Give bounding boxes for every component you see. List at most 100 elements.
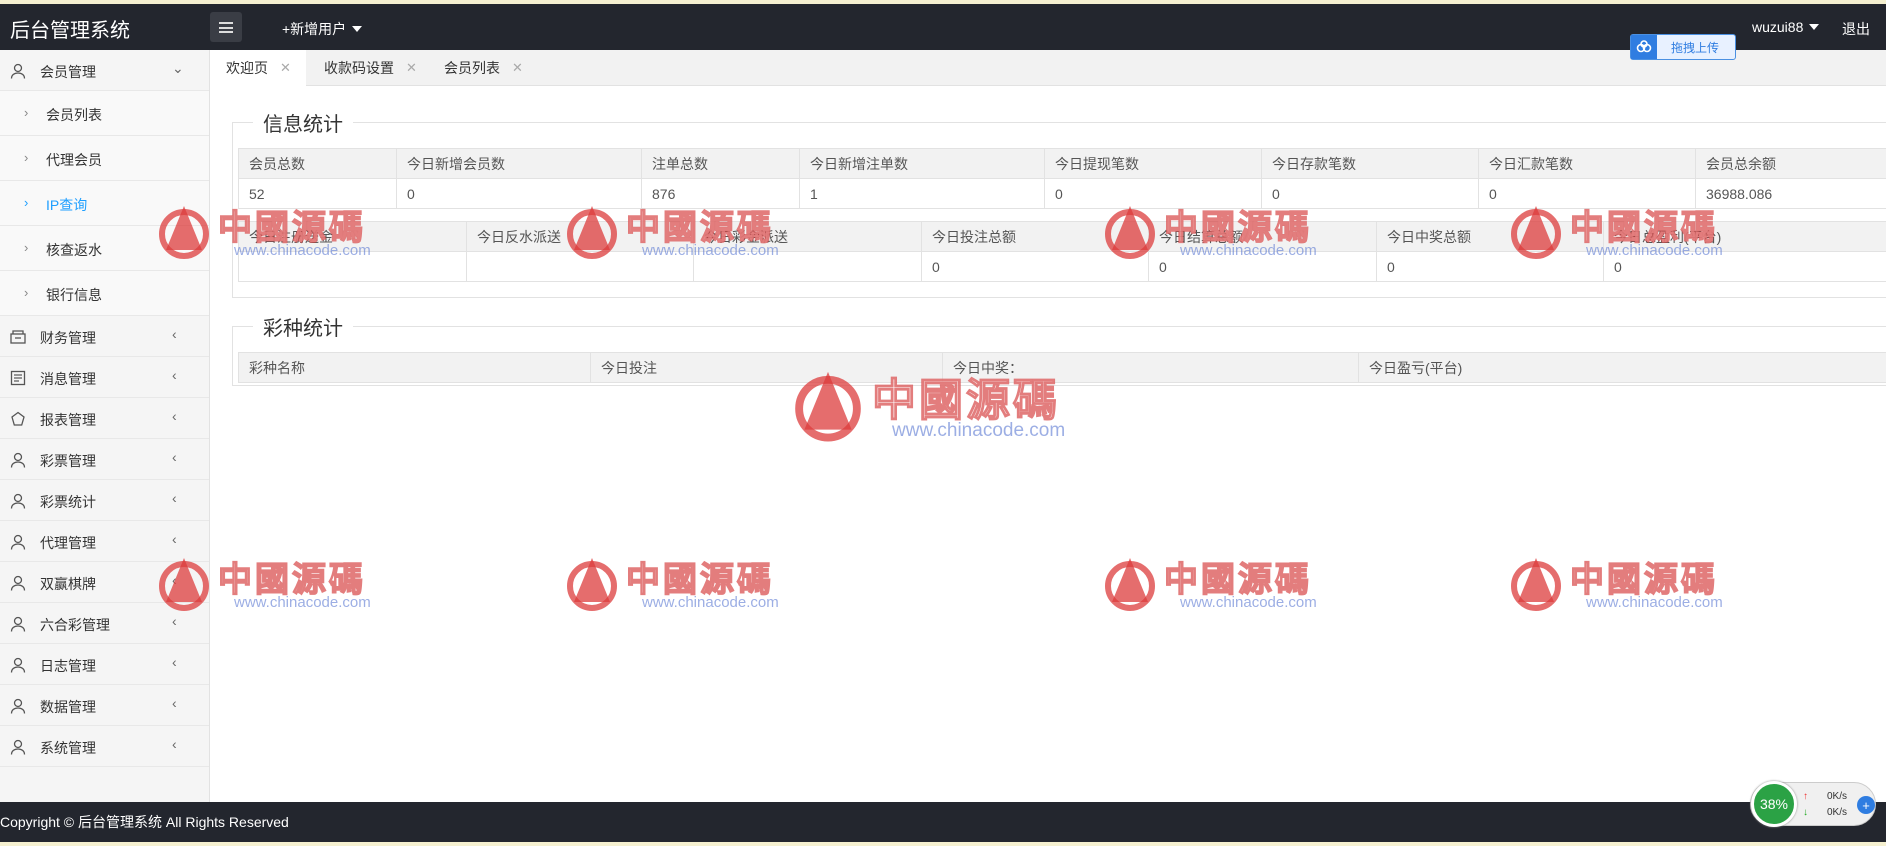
sidebar-item-finance[interactable]: 财务管理 ‹ <box>0 316 209 357</box>
table-cell <box>466 251 694 282</box>
message-icon <box>10 370 26 386</box>
tab-member-list[interactable]: 会员列表 ✕ <box>428 50 538 86</box>
sidebar-item-mark-six[interactable]: 六合彩管理 ‹ <box>0 603 209 644</box>
table-header-cell: 今日盈亏(平台) <box>1358 352 1886 383</box>
memory-percent-badge[interactable]: 38% <box>1751 781 1797 827</box>
main-content: 信息统计 会员总数 今日新增会员数 注单总数 今日新增注单数 今日提现笔数 今日… <box>210 86 1886 802</box>
download-speed-value: 0K/s <box>1827 807 1848 818</box>
footer: Copyright © 后台管理系统 All Rights Reserved <box>0 802 1886 842</box>
sidebar-item-label: 数据管理 <box>40 699 96 715</box>
user-icon <box>10 575 26 591</box>
user-menu[interactable]: wuzui88 <box>1752 19 1820 35</box>
sidebar-subitem-label: 会员列表 <box>46 107 102 123</box>
network-speed-widget[interactable]: 38% ↑ 0K/s ↓ 0K/s + <box>1750 781 1876 827</box>
table-header-row: 会员总数 今日新增会员数 注单总数 今日新增注单数 今日提现笔数 今日存款笔数 … <box>238 148 1886 179</box>
plus-icon[interactable]: + <box>1857 796 1875 814</box>
logout-link[interactable]: 退出 <box>1842 19 1870 39</box>
bottom-border-strip <box>0 842 1886 846</box>
table-header-cell: 今日新增会员数 <box>396 148 642 179</box>
download-speed: ↓ 0K/s <box>1803 807 1857 818</box>
table-header-cell: 今日投注 <box>590 352 943 383</box>
lottery-stats-title: 彩种统计 <box>263 318 343 340</box>
tab-label: 欢迎页 <box>226 60 268 76</box>
table-cell: 1 <box>799 178 1045 209</box>
sidebar-item-label: 报表管理 <box>40 412 96 428</box>
chevron-left-icon: ‹ <box>172 449 177 465</box>
table-header-cell: 今日反水派送 <box>466 221 694 252</box>
sidebar-item-data[interactable]: 数据管理 ‹ <box>0 685 209 726</box>
sidebar-item-chess[interactable]: 双赢棋牌 ‹ <box>0 562 209 603</box>
menu-toggle-button[interactable] <box>210 12 242 42</box>
add-user-label: +新增用户 <box>282 21 347 37</box>
close-icon[interactable]: ✕ <box>280 60 291 76</box>
info-stats-title: 信息统计 <box>263 114 343 136</box>
close-icon[interactable]: ✕ <box>406 60 417 76</box>
table-cell: 52 <box>238 178 397 209</box>
drag-upload-button[interactable]: 拖拽上传 <box>1630 34 1736 60</box>
caret-down-icon <box>1809 24 1820 30</box>
table-cell: 0 <box>921 251 1149 282</box>
table-header-cell: 彩种名称 <box>238 352 591 383</box>
table-cell <box>693 251 922 282</box>
add-user-dropdown[interactable]: +新增用户 <box>282 19 363 39</box>
table-header-cell: 今日提现笔数 <box>1044 148 1262 179</box>
tab-label: 会员列表 <box>444 60 500 76</box>
finance-icon <box>10 330 26 344</box>
chevron-left-icon: ‹ <box>172 613 177 629</box>
sidebar-item-agent[interactable]: 代理管理 ‹ <box>0 521 209 562</box>
sidebar-subitem-member-list[interactable]: › 会员列表 <box>0 91 209 136</box>
chevron-left-icon: ‹ <box>172 572 177 588</box>
sidebar-subitem-bank-info[interactable]: › 银行信息 <box>0 271 209 316</box>
user-icon <box>10 657 26 673</box>
sidebar-subitem-label: 核查返水 <box>46 242 102 258</box>
close-icon[interactable]: ✕ <box>512 60 523 76</box>
sidebar-subitem-label: IP查询 <box>46 197 88 213</box>
table-cell: 0 <box>1148 251 1377 282</box>
table-cell: 0 <box>1044 178 1262 209</box>
sidebar-item-label: 系统管理 <box>40 740 96 756</box>
sidebar-item-system[interactable]: 系统管理 ‹ <box>0 726 209 767</box>
table-header-row: 今日注册送金 今日反水派送 今日彩金派送 今日投注总额 今日结算总额 今日中奖总… <box>238 221 1886 252</box>
sidebar: 会员管理 ⌄ › 会员列表 › 代理会员 › IP查询 › 核查返水 › 银行信… <box>0 50 210 802</box>
table-cell: 0 <box>1261 178 1479 209</box>
sidebar-item-lottery[interactable]: 彩票管理 ‹ <box>0 439 209 480</box>
sidebar-item-label: 日志管理 <box>40 658 96 674</box>
info-stats-table-1: 会员总数 今日新增会员数 注单总数 今日新增注单数 今日提现笔数 今日存款笔数 … <box>238 148 1886 209</box>
sidebar-item-lottery-stats[interactable]: 彩票统计 ‹ <box>0 480 209 521</box>
chevron-left-icon: ‹ <box>172 736 177 752</box>
tab-label: 收款码设置 <box>324 60 394 76</box>
chevron-down-icon: ⌄ <box>172 60 184 76</box>
sidebar-item-report[interactable]: 报表管理 ‹ <box>0 398 209 439</box>
table-cell <box>238 251 467 282</box>
sidebar-subitem-agent-member[interactable]: › 代理会员 <box>0 136 209 181</box>
sidebar-item-label: 财务管理 <box>40 330 96 346</box>
user-icon <box>10 739 26 755</box>
table-row: 52 0 876 1 0 0 0 36988.086 <box>238 178 1886 209</box>
drag-upload-label: 拖拽上传 <box>1671 40 1720 55</box>
table-header-cell: 会员总数 <box>238 148 397 179</box>
sidebar-item-label: 代理管理 <box>40 535 96 551</box>
info-stats-table-2: 今日注册送金 今日反水派送 今日彩金派送 今日投注总额 今日结算总额 今日中奖总… <box>238 221 1886 282</box>
cloud-upload-icon <box>1631 35 1657 59</box>
table-header-cell: 今日存款笔数 <box>1261 148 1479 179</box>
sidebar-subitem-label: 代理会员 <box>46 152 102 168</box>
chevron-right-icon: › <box>24 105 29 120</box>
sidebar-item-member[interactable]: 会员管理 ⌄ <box>0 50 209 91</box>
user-icon <box>10 63 26 79</box>
sidebar-subitem-ip-query[interactable]: › IP查询 <box>0 181 209 226</box>
sidebar-subitem-rebate-check[interactable]: › 核查返水 <box>0 226 209 271</box>
sidebar-item-message[interactable]: 消息管理 ‹ <box>0 357 209 398</box>
tab-welcome[interactable]: 欢迎页 ✕ <box>210 50 306 86</box>
tab-payment-code[interactable]: 收款码设置 ✕ <box>306 50 428 86</box>
table-header-cell: 今日中奖总额 <box>1376 221 1604 252</box>
table-header-cell: 今日总盈利(平台) <box>1603 221 1886 252</box>
sidebar-item-label: 消息管理 <box>40 371 96 387</box>
table-header-row: 彩种名称 今日投注 今日中奖： 今日盈亏(平台) <box>238 352 1886 383</box>
copyright-text: Copyright © 后台管理系统 All Rights Reserved <box>0 814 289 830</box>
chevron-left-icon: ‹ <box>172 531 177 547</box>
chevron-left-icon: ‹ <box>172 490 177 506</box>
user-icon <box>10 534 26 550</box>
sidebar-item-label: 六合彩管理 <box>40 617 110 633</box>
table-header-cell: 注单总数 <box>641 148 800 179</box>
sidebar-item-log[interactable]: 日志管理 ‹ <box>0 644 209 685</box>
